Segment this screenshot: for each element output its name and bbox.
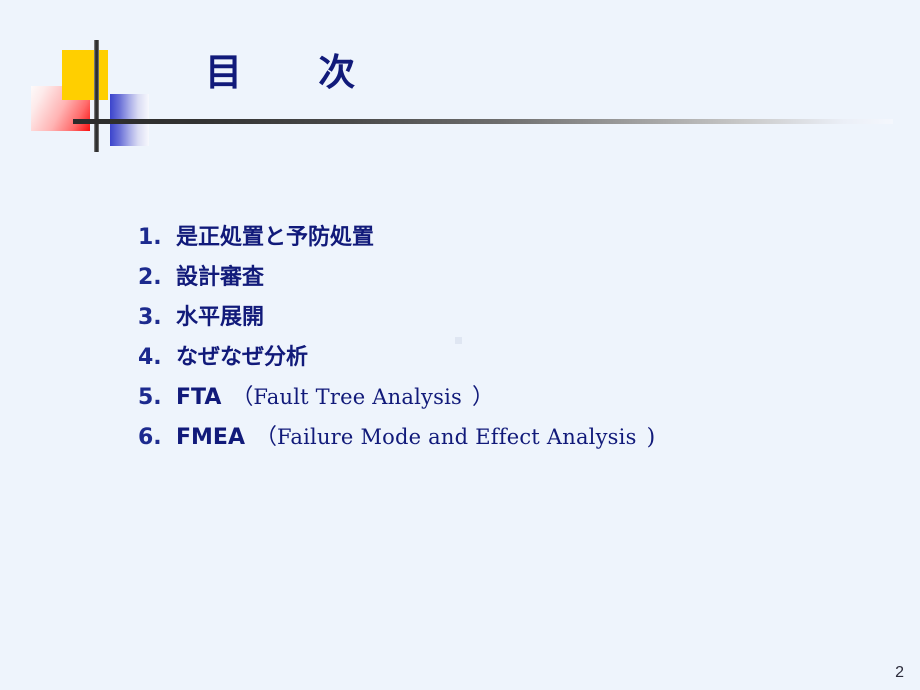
list-item-paren-open: （ [231,385,254,410]
list-item-number: 6. [138,425,162,450]
header-ornament [0,0,920,170]
list-item-paren-close: ) [646,425,656,450]
list-item[interactable]: 6. FMEA （ Failure Mode and Effect Analys… [138,419,838,459]
list-item-number: 3. [138,305,162,330]
list-item-label: FMEA [176,425,245,450]
list-item-label: 水平展開 [176,305,265,330]
list-item-label: 是正処置と予防処置 [176,225,375,250]
list-item-paren-close: ） [472,385,495,410]
list-item-english: Failure Mode and Effect Analysis [277,425,637,449]
list-item-label: なぜなぜ分析 [176,345,309,370]
list-item-number: 2. [138,265,162,290]
list-item[interactable]: 3. 水平展開 [138,299,838,339]
list-item[interactable]: 1. 是正処置と予防処置 [138,219,838,259]
horizontal-rule-decoration [73,119,893,124]
list-item[interactable]: 2. 設計審査 [138,259,838,299]
list-item-label: 設計審査 [176,265,265,290]
list-item-number: 4. [138,345,162,370]
list-item[interactable]: 5. FTA （ Fault Tree Analysis ） [138,379,838,419]
slide: 目 次 1. 是正処置と予防処置 2. 設計審査 3. 水平展開 4. なぜなぜ… [0,0,920,690]
vertical-rule-decoration [94,40,99,152]
list-item[interactable]: 4. なぜなぜ分析 [138,339,838,379]
yellow-square-decoration [62,50,108,100]
list-item-paren-open: （ [254,425,277,450]
page-title: 目 次 [205,51,356,94]
stray-mark-artifact [455,337,462,344]
page-number: 2 [895,664,904,681]
list-item-number: 5. [138,385,162,410]
list-item-english: Fault Tree Analysis [253,385,463,409]
list-item-number: 1. [138,225,162,250]
table-of-contents-list: 1. 是正処置と予防処置 2. 設計審査 3. 水平展開 4. なぜなぜ分析 5… [138,219,838,459]
list-item-label: FTA [176,385,222,410]
